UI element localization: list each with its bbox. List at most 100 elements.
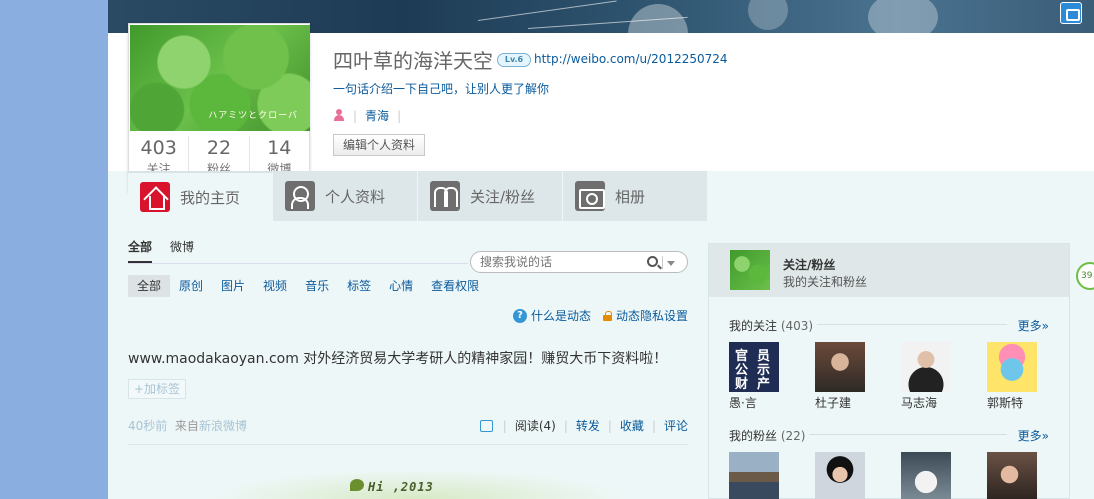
- fans-section-title[interactable]: 我的粉丝 (22): [729, 427, 805, 444]
- following-section-title[interactable]: 我的关注 (403): [729, 317, 813, 334]
- leaf-icon: [350, 479, 364, 491]
- people-icon: [430, 181, 460, 211]
- avatar: [901, 342, 951, 392]
- avatar: [815, 452, 865, 499]
- post-source-link[interactable]: 新浪微博: [199, 419, 247, 433]
- home-icon: [140, 182, 170, 212]
- sidebar-thumbnail[interactable]: [730, 250, 770, 290]
- subtab-weibo[interactable]: 微博: [170, 238, 194, 263]
- what-is-feed-link[interactable]: 什么是动态: [531, 307, 591, 324]
- read-count: 阅读(4): [514, 419, 556, 433]
- avatar: [901, 452, 951, 499]
- profile-url-link[interactable]: http://weibo.com/u/2012250724: [534, 52, 728, 66]
- gender-female-icon: [333, 109, 345, 122]
- edit-profile-button[interactable]: 编辑个人资料: [333, 134, 426, 156]
- fan-user[interactable]: [901, 452, 951, 499]
- sidebar-title[interactable]: 关注/粉丝: [783, 256, 835, 273]
- stat-number: 14: [267, 137, 292, 159]
- search-input[interactable]: [480, 255, 610, 269]
- fan-user[interactable]: [987, 452, 1037, 499]
- level-badge[interactable]: Lv.6: [497, 53, 531, 67]
- banner-streak: [477, 0, 617, 21]
- post-meta: 40秒前 来自新浪微博: [128, 417, 247, 434]
- avatar-card: ハアミツとクローバ 403 关注 22 粉丝 14 微博: [128, 23, 310, 193]
- avatar-char: 产: [757, 377, 771, 392]
- divider: [128, 444, 688, 445]
- new-year-text: Hi ,2013: [368, 480, 434, 494]
- divider: [128, 263, 468, 264]
- post-text: www.maodakaoyan.com 对外经济贸易大学考研人的精神家园！赚贸大…: [128, 351, 668, 367]
- divider: |: [607, 418, 612, 433]
- divider: [809, 434, 1007, 435]
- feed-search: [470, 251, 688, 273]
- comment-link[interactable]: 评论: [664, 417, 688, 434]
- tab-label: 关注/粉丝: [470, 187, 536, 206]
- following-user[interactable]: 郭斯特: [987, 342, 1037, 411]
- user-name: 郭斯特: [987, 396, 1024, 410]
- avatar[interactable]: ハアミツとクローバ: [130, 25, 310, 131]
- following-user[interactable]: 官 员 公 示 财 产 愚·言: [729, 342, 779, 411]
- filter-videos[interactable]: 视频: [254, 275, 296, 297]
- location-link[interactable]: 青海: [365, 107, 389, 124]
- following-list: 官 员 公 示 财 产 愚·言 杜子建 马志海 郭斯特: [729, 342, 1037, 411]
- like-icon[interactable]: [479, 419, 493, 432]
- subtab-all[interactable]: 全部: [128, 238, 153, 263]
- avatar-char: 财: [735, 377, 749, 392]
- search-icon[interactable]: [647, 256, 658, 267]
- tab-label: 个人资料: [325, 187, 386, 206]
- floating-widget[interactable]: 39: [1076, 262, 1094, 290]
- filter-permissions[interactable]: 查看权限: [422, 275, 488, 297]
- avatar-caption: ハアミツとクローバ: [208, 111, 298, 121]
- tab-profile-info[interactable]: 个人资料: [273, 171, 418, 221]
- avatar: [987, 452, 1037, 499]
- follow-sidebar: 关注/粉丝 我的关注和粉丝 我的关注 (403) 更多» 官 员 公 示 财 产…: [708, 243, 1070, 499]
- fans-list: [729, 452, 1037, 499]
- skin-settings-button[interactable]: [1060, 2, 1082, 24]
- fan-user[interactable]: [815, 452, 865, 499]
- intro-link[interactable]: 一句话介绍一下自己吧，让别人更了解你: [333, 80, 549, 97]
- fans-more-link[interactable]: 更多»: [1018, 427, 1049, 444]
- following-count: (403): [780, 319, 814, 333]
- filter-images[interactable]: 图片: [212, 275, 254, 297]
- chevron-down-icon[interactable]: [667, 261, 675, 266]
- following-user[interactable]: 杜子建: [815, 342, 865, 411]
- feed-info-row: ? 什么是动态 动态隐私设置: [512, 307, 688, 324]
- profile-header: ハアミツとクローバ 403 关注 22 粉丝 14 微博 四叶草的海洋天空 Lv…: [108, 23, 1094, 193]
- tab-label: 相册: [615, 187, 646, 206]
- avatar: [729, 452, 779, 499]
- tab-album[interactable]: 相册: [563, 171, 708, 221]
- feed-privacy-link[interactable]: 动态隐私设置: [616, 307, 688, 324]
- stat-number: 403: [140, 137, 177, 159]
- filter-original[interactable]: 原创: [170, 275, 212, 297]
- filter-music[interactable]: 音乐: [296, 275, 338, 297]
- favorite-link[interactable]: 收藏: [620, 417, 644, 434]
- feed: 全部 微博 全部 原创 图片 视频 音乐 标签 心情 查看权限 ? 什么是动态 …: [128, 221, 688, 499]
- following-user[interactable]: 马志海: [901, 342, 951, 411]
- post-time-link[interactable]: 40秒前: [128, 419, 167, 433]
- location-row: | 青海 |: [333, 107, 401, 124]
- tab-my-home[interactable]: 我的主页: [128, 171, 273, 221]
- profile-page: ハアミツとクローバ 403 关注 22 粉丝 14 微博 四叶草的海洋天空 Lv…: [108, 0, 1094, 499]
- filter-all[interactable]: 全部: [128, 275, 171, 297]
- fans-title: 我的粉丝: [729, 429, 778, 443]
- avatar: [815, 342, 865, 392]
- user-name: 马志海: [901, 396, 938, 410]
- filter-mood[interactable]: 心情: [380, 275, 422, 297]
- add-tag-button[interactable]: +加标签: [128, 379, 187, 399]
- following-more-link[interactable]: 更多»: [1018, 317, 1049, 334]
- filter-tags[interactable]: 标签: [338, 275, 380, 297]
- repost-link[interactable]: 转发: [576, 417, 600, 434]
- camera-icon: [575, 181, 605, 211]
- divider: |: [397, 108, 402, 123]
- lock-icon: [602, 310, 612, 321]
- sidebar-header: 关注/粉丝 我的关注和粉丝: [709, 244, 1069, 297]
- from-label: 来自: [174, 419, 199, 433]
- profile-name: 四叶草的海洋天空: [333, 49, 493, 73]
- banner-flower: [748, 0, 788, 30]
- help-icon: ?: [512, 308, 527, 323]
- fan-user[interactable]: [729, 452, 779, 499]
- post-actions: | 阅读(4) | 转发 | 收藏 | 评论: [479, 417, 688, 434]
- user-name: 愚·言: [729, 396, 757, 410]
- sidebar-subtitle: 我的关注和粉丝: [783, 275, 868, 289]
- tab-follow-fans[interactable]: 关注/粉丝: [418, 171, 563, 221]
